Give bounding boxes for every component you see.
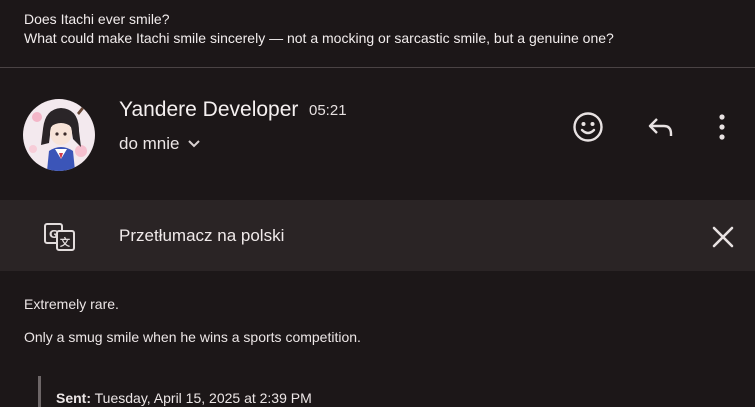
sent-line: Sent: Tuesday, April 15, 2025 at 2:39 PM	[56, 390, 312, 406]
quote-border	[38, 376, 41, 407]
timestamp: 05:21	[309, 102, 347, 119]
translate-icon: G 文	[43, 222, 77, 252]
svg-text:文: 文	[60, 236, 71, 249]
quoted-text: Does Itachi ever smile? What could make …	[24, 10, 614, 48]
recipient-toggle[interactable]: do mnie	[119, 134, 201, 154]
svg-text:G: G	[49, 228, 58, 241]
divider	[0, 67, 755, 68]
translate-label[interactable]: Przetłumacz na polski	[119, 226, 284, 246]
reply-icon[interactable]	[643, 110, 677, 144]
message-line-2: Only a smug smile when he wins a sports …	[24, 329, 361, 345]
close-icon[interactable]	[709, 223, 737, 251]
translate-bar	[0, 200, 755, 271]
more-vert-icon[interactable]	[705, 110, 739, 144]
quoted-line-2: What could make Itachi smile sincerely —…	[24, 30, 614, 46]
message-line-1: Extremely rare.	[24, 296, 119, 312]
sender-name: Yandere Developer	[119, 98, 299, 121]
recipient-label: do mnie	[119, 134, 180, 153]
chevron-down-icon	[187, 139, 201, 149]
sent-value: Tuesday, April 15, 2025 at 2:39 PM	[94, 390, 312, 406]
emoji-icon[interactable]	[571, 110, 605, 144]
avatar[interactable]	[23, 99, 95, 171]
sent-label: Sent:	[56, 390, 91, 406]
quoted-line-1: Does Itachi ever smile?	[24, 11, 170, 27]
